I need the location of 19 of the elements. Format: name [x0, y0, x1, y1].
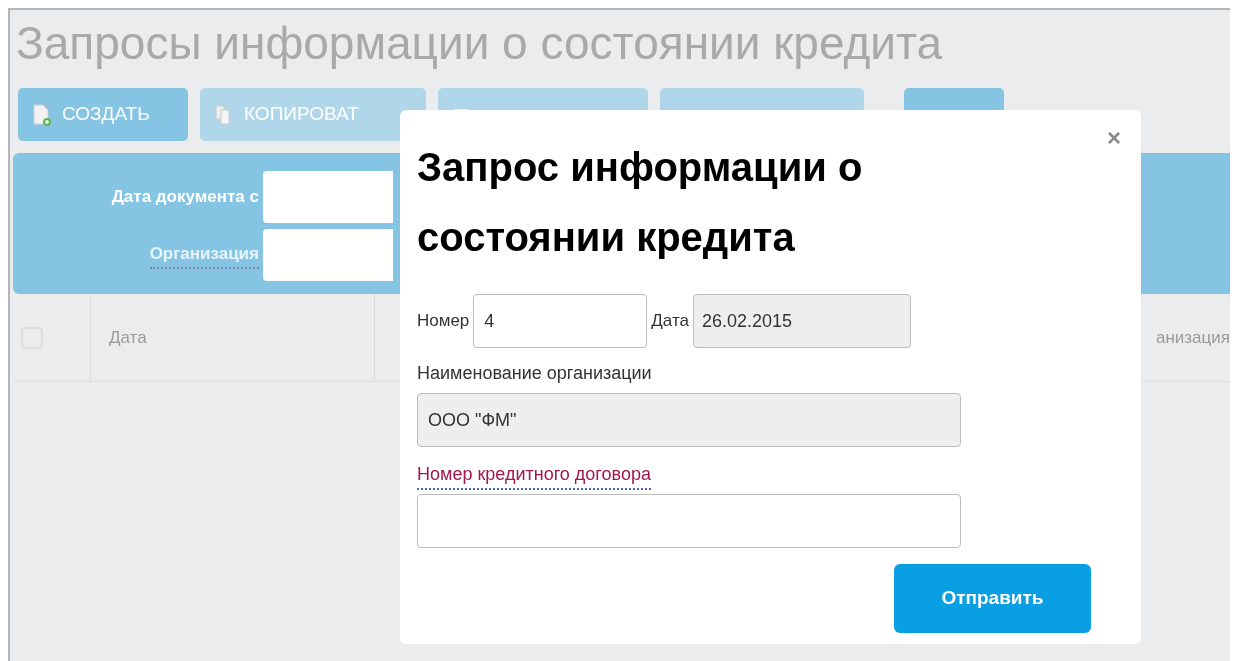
dialog-title: Запрос информации о состоянии кредита	[417, 144, 864, 261]
toolbar-button[interactable]: СОЗДАТЬ	[18, 88, 188, 141]
new-document-icon	[32, 103, 52, 126]
input-field[interactable]: ООО "ФМ"	[417, 393, 961, 447]
input-field[interactable]	[417, 494, 961, 548]
field-label: Наименование организации	[417, 362, 652, 385]
input-field[interactable]: 26.02.2015	[693, 294, 911, 348]
field-label: Дата	[651, 310, 689, 333]
input-field[interactable]: 4	[473, 294, 648, 348]
field-link[interactable]: Номер кредитного договора	[417, 461, 651, 490]
filter-label[interactable]: Организация	[149, 241, 259, 269]
column-header[interactable]: анизация	[1155, 324, 1230, 351]
filter-input[interactable]	[263, 229, 393, 281]
filter-label: Дата документа с	[111, 186, 259, 209]
send-button[interactable]: Отправить	[894, 564, 1091, 633]
column-header[interactable]: Дата	[109, 324, 147, 351]
filter-input[interactable]	[263, 171, 393, 223]
close-button[interactable]: ×	[1107, 126, 1121, 150]
field-label: Номер	[417, 310, 470, 333]
